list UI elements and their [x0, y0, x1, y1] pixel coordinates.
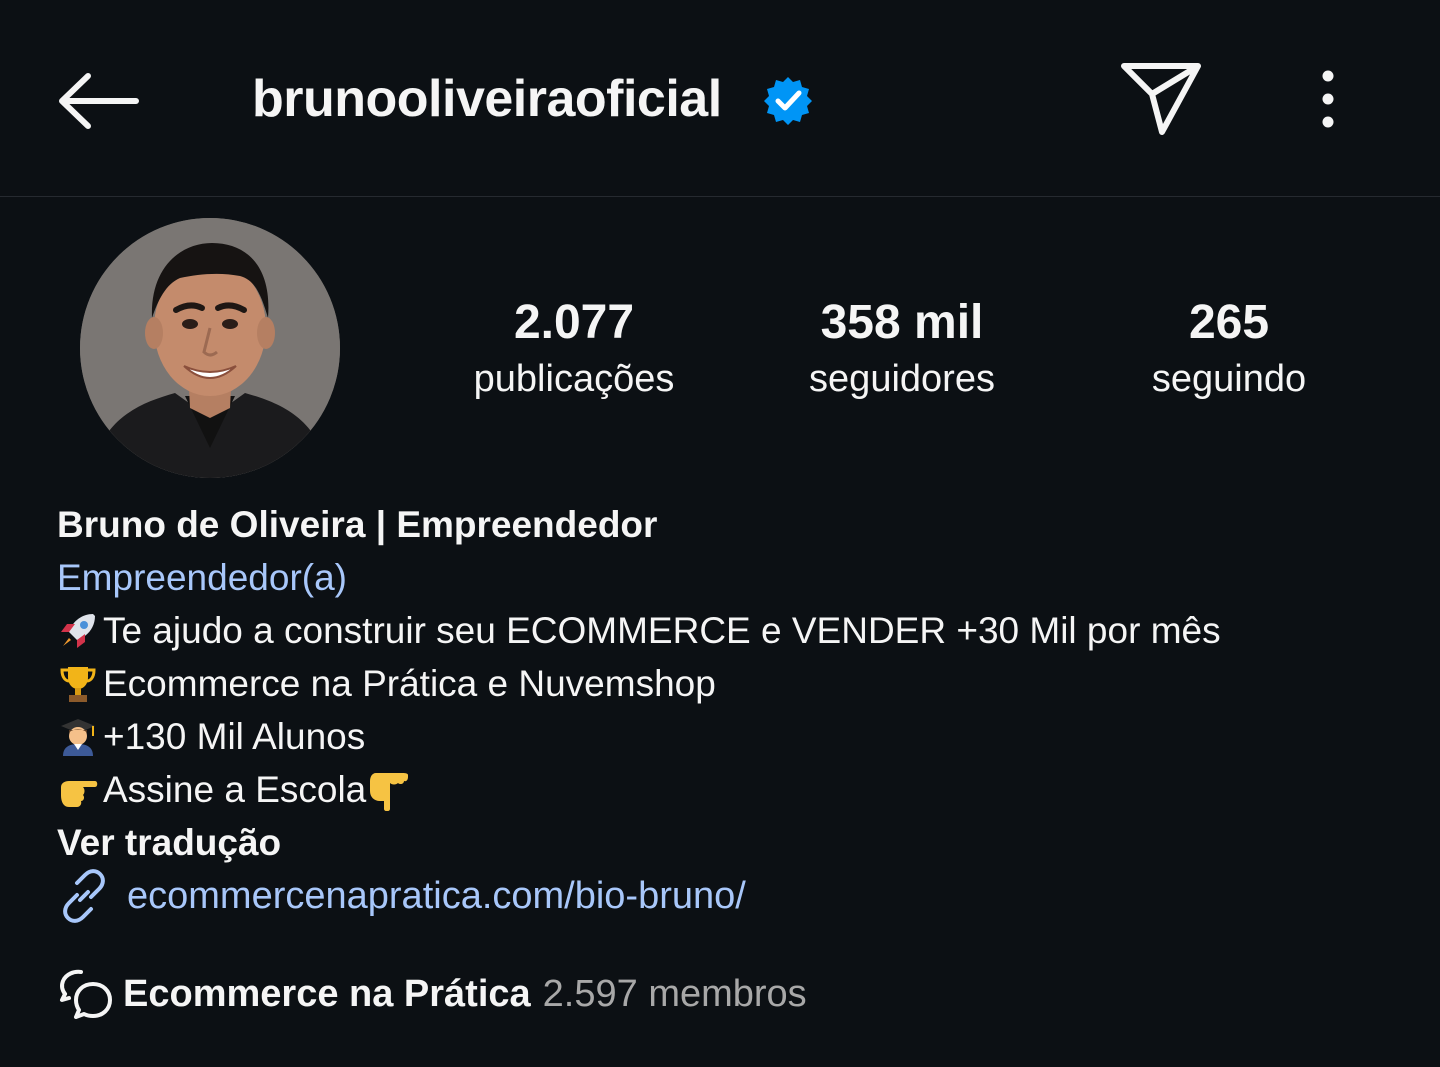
verified-badge-icon [762, 74, 814, 126]
pointing-down-icon [370, 772, 409, 811]
send-message-button[interactable] [1118, 58, 1204, 138]
stat-followers[interactable]: 358 mil seguidores [752, 292, 1052, 404]
stat-following[interactable]: 265 seguindo [1079, 292, 1379, 404]
followers-count: 358 mil [820, 296, 984, 349]
bio-line-text: Assine a Escola [103, 769, 367, 810]
channel-name: Ecommerce na Prática [123, 972, 531, 1015]
link-icon [63, 869, 105, 923]
bio-line: +130 Mil Alunos [57, 710, 1397, 763]
bio-line: Te ajudo a construir seu ECOMMERCE e VEN… [57, 604, 1397, 657]
channel-members-count: 2.597 membros [542, 972, 807, 1015]
posts-label: publicações [473, 358, 675, 400]
more-options-icon [1322, 70, 1334, 128]
followers-label: seguidores [809, 358, 995, 400]
top-app-bar: brunooliveiraoficial [0, 0, 1440, 197]
pointing-right-icon [61, 780, 98, 807]
profile-full-name: Bruno de Oliveira | Empreendedor [57, 504, 658, 545]
back-button[interactable] [56, 66, 140, 136]
bio-line-text: Te ajudo a construir seu ECOMMERCE e VEN… [103, 610, 1221, 651]
stat-posts[interactable]: 2.077 publicações [424, 292, 724, 404]
bio-line-text: +130 Mil Alunos [103, 716, 366, 757]
profile-page: brunooliveiraoficial 2.077 publicações 3… [0, 0, 1440, 1067]
following-count: 265 [1188, 296, 1270, 349]
profile-category[interactable]: Empreendedor(a) [57, 551, 1397, 604]
profile-username: brunooliveiraoficial [252, 70, 722, 128]
student-icon [61, 718, 95, 756]
rocket-icon [61, 613, 95, 648]
see-translation-button[interactable]: Ver tradução [57, 816, 1397, 869]
profile-photo [80, 218, 340, 478]
posts-count: 2.077 [513, 296, 635, 349]
following-label: seguindo [1151, 358, 1307, 400]
bio-line: Assine a Escola [57, 763, 1397, 816]
bio-link-text[interactable]: ecommercenapratica.com/bio-bruno/ [127, 875, 746, 918]
broadcast-channel[interactable]: Ecommerce na Prática 2.597 membros [57, 964, 807, 1024]
profile-avatar[interactable] [80, 218, 340, 478]
send-message-icon [1121, 63, 1201, 135]
bio-line-text: Ecommerce na Prática e Nuvemshop [103, 663, 716, 704]
bio-line: Ecommerce na Prática e Nuvemshop [57, 657, 1397, 710]
broadcast-channel-icon [59, 969, 112, 1019]
back-arrow-icon [59, 73, 139, 129]
bio-link[interactable]: ecommercenapratica.com/bio-bruno/ [57, 866, 746, 926]
trophy-icon [60, 666, 96, 702]
profile-bio: Bruno de Oliveira | Empreendedor Empreen… [57, 498, 1397, 869]
more-options-button[interactable] [1306, 66, 1350, 132]
